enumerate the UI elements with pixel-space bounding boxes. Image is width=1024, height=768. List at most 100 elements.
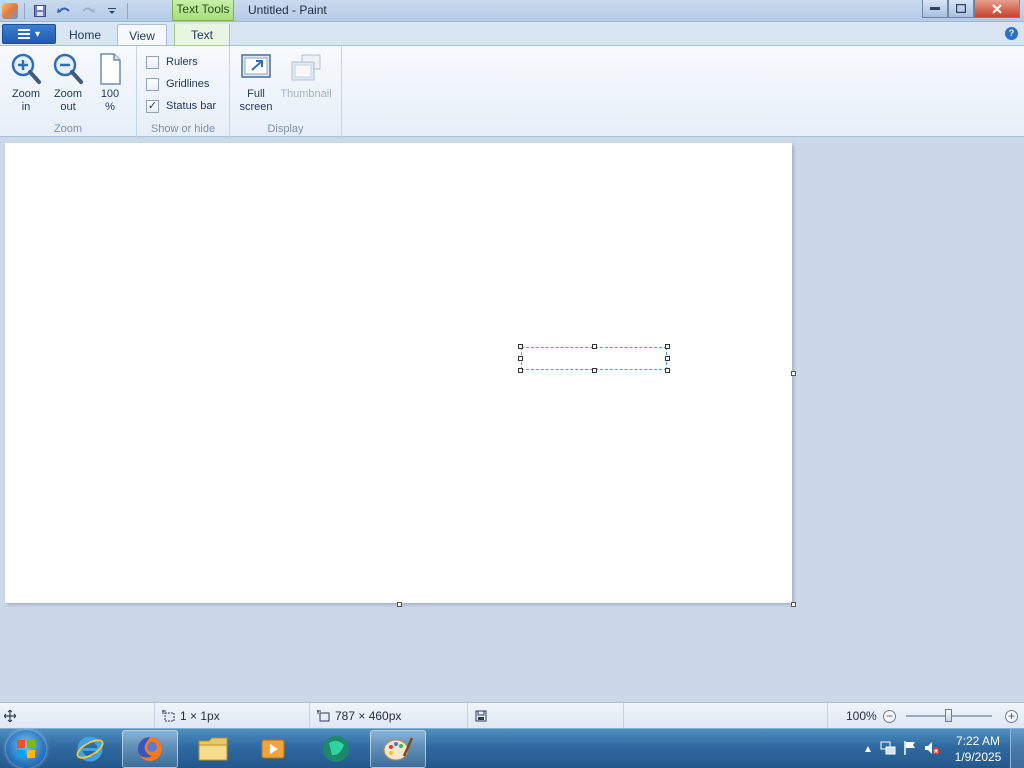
zoom-in-label: Zoom in: [11, 88, 41, 113]
window-controls: [922, 0, 1020, 18]
paint-app-icon[interactable]: [2, 3, 18, 19]
undo-icon[interactable]: [55, 3, 73, 19]
rulers-checkbox[interactable]: [146, 55, 159, 69]
volume-muted-icon[interactable]: [924, 740, 946, 759]
selection-handle[interactable]: [592, 344, 597, 349]
text-selection-box[interactable]: [518, 344, 670, 373]
zoom-100-label: 100 %: [100, 88, 120, 113]
zoom-level-value: 100%: [846, 709, 877, 723]
zoom-group-label: Zoom: [53, 123, 83, 135]
taskbar-paint[interactable]: [370, 730, 426, 768]
taskbar-internet-explorer[interactable]: [62, 730, 118, 768]
zoom-slider-thumb[interactable]: [945, 709, 952, 722]
taskbar-green-app[interactable]: [308, 730, 364, 768]
tab-text[interactable]: Text: [174, 24, 230, 46]
show-desktop-button[interactable]: [1010, 729, 1024, 768]
qat-separator: [127, 3, 128, 19]
system-tray: ▲ 7:22 AM 1/9/2025: [856, 729, 1024, 768]
clock[interactable]: 7:22 AM 1/9/2025: [946, 733, 1010, 765]
quick-access-toolbar: [0, 0, 128, 22]
canvas-resize-handle-right[interactable]: [791, 371, 796, 376]
selection-size-segment: 1 × 1px: [155, 703, 310, 729]
image-size-segment: 787 × 460px: [310, 703, 468, 729]
zoom-in-button[interactable]: Zoom in: [6, 52, 46, 116]
network-icon[interactable]: [880, 740, 902, 759]
action-center-flag-icon[interactable]: [902, 740, 924, 759]
minimize-button[interactable]: [922, 0, 948, 18]
status-bar-checkbox-row[interactable]: ✓ Status bar: [146, 98, 216, 114]
selection-handle[interactable]: [665, 344, 670, 349]
zoom-in-icon: [10, 52, 42, 86]
canvas-resize-handle-corner[interactable]: [791, 602, 796, 607]
minimize-icon: [930, 6, 940, 10]
media-player-icon: [261, 739, 285, 759]
window-title: Untitled - Paint: [248, 3, 327, 17]
selection-size-icon: [162, 710, 175, 722]
close-button[interactable]: [974, 0, 1020, 18]
ribbon-tab-row: ▾ Home View Text ?: [0, 22, 1024, 47]
tab-view[interactable]: View: [117, 24, 167, 47]
firefox-icon: [138, 737, 162, 761]
maximize-button[interactable]: [948, 0, 974, 18]
zoom-out-label: Zoom out: [53, 88, 83, 113]
folder-icon: [198, 737, 228, 761]
thumbnail-icon: [290, 52, 322, 86]
application-menu-button[interactable]: ▾: [2, 24, 56, 44]
thumbnail-button[interactable]: Thumbnail: [278, 52, 334, 116]
selection-handle[interactable]: [665, 356, 670, 361]
clock-time: 7:22 AM: [955, 734, 1001, 748]
taskbar-media-player[interactable]: [245, 730, 301, 768]
file-size-segment: [468, 703, 624, 729]
customize-qat-icon[interactable]: [103, 3, 121, 19]
ribbon-panel: Zoom in Zoom out 100 % Zoom Show or hide…: [0, 45, 1024, 138]
gridlines-checkbox-row[interactable]: Gridlines: [146, 76, 209, 92]
start-button[interactable]: [6, 730, 46, 768]
tab-home[interactable]: Home: [58, 24, 112, 46]
save-icon[interactable]: [31, 3, 49, 19]
cursor-position-icon: [4, 710, 16, 722]
page-100-icon: [94, 52, 126, 86]
zoom-in-small-button[interactable]: +: [1005, 710, 1018, 723]
clock-date: 1/9/2025: [954, 750, 1002, 764]
disk-icon: [475, 710, 487, 722]
status-spacer-segment: [624, 703, 828, 729]
qat-separator: [24, 3, 25, 19]
taskbar-file-explorer[interactable]: [185, 730, 241, 768]
paint-palette-icon: [383, 737, 414, 761]
selection-size-value: 1 × 1px: [180, 709, 220, 723]
drawing-canvas[interactable]: [5, 143, 792, 603]
canvas-resize-handle-bottom[interactable]: [397, 602, 402, 607]
green-app-icon: [323, 736, 349, 762]
status-bar-checkbox[interactable]: ✓: [146, 99, 159, 113]
status-bar: 1 × 1px 787 × 460px 100% − +: [0, 702, 1024, 729]
full-screen-icon: [240, 52, 272, 86]
taskbar: ▲ 7:22 AM 1/9/2025: [0, 728, 1024, 768]
image-size-value: 787 × 460px: [335, 709, 402, 723]
full-screen-button[interactable]: Full screen: [236, 52, 276, 116]
zoom-slider[interactable]: [906, 709, 992, 722]
zoom-out-small-button[interactable]: −: [883, 710, 896, 723]
selection-handle[interactable]: [518, 368, 523, 373]
redo-icon[interactable]: [79, 3, 97, 19]
rulers-label: Rulers: [166, 56, 198, 68]
cursor-position-segment: [0, 703, 155, 729]
zoom-100-button[interactable]: 100 %: [90, 52, 130, 116]
selection-handle[interactable]: [518, 356, 523, 361]
close-icon: [992, 3, 1002, 14]
dropdown-arrow-icon: ▾: [34, 28, 41, 40]
selection-handle[interactable]: [592, 368, 597, 373]
rulers-checkbox-row[interactable]: Rulers: [146, 54, 198, 70]
show-hidden-icons-icon[interactable]: ▲: [856, 744, 880, 755]
zoom-out-button[interactable]: Zoom out: [48, 52, 88, 116]
taskbar-firefox[interactable]: [122, 730, 178, 768]
gridlines-checkbox[interactable]: [146, 77, 159, 91]
selection-handle[interactable]: [518, 344, 523, 349]
selection-handle[interactable]: [665, 368, 670, 373]
zoom-group: Zoom in Zoom out 100 % Zoom: [0, 46, 137, 138]
canvas-workspace[interactable]: [0, 137, 1024, 702]
text-tools-contextual-tab: Text Tools: [172, 0, 234, 21]
display-group: Full screen Thumbnail Display: [230, 46, 342, 138]
image-size-icon: [317, 710, 330, 722]
restore-icon: [956, 4, 966, 13]
help-icon[interactable]: ?: [1005, 27, 1018, 40]
